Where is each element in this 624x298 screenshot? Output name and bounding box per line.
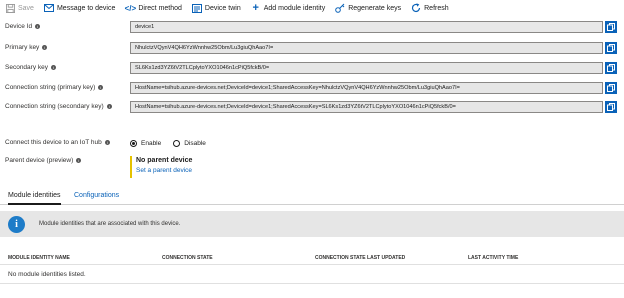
plus-icon: + bbox=[252, 2, 259, 14]
copy-icon bbox=[607, 23, 615, 31]
code-icon: </> bbox=[124, 3, 137, 13]
list-icon bbox=[191, 3, 202, 13]
save-button[interactable]: Save bbox=[0, 0, 39, 16]
regenerate-keys-button[interactable]: Regenerate keys bbox=[330, 0, 406, 16]
parent-label: Parent device (preview) i bbox=[5, 155, 82, 167]
secondary-key-label-text: Secondary key bbox=[5, 64, 48, 71]
copy-icon bbox=[607, 84, 615, 92]
secondary-key-field[interactable]: SL6Ks1zd3YZ6tV2TLCplytoYXO1046n1cPiQ5fck… bbox=[130, 62, 603, 74]
message-to-device-button[interactable]: Message to device bbox=[39, 0, 120, 16]
parent-device-box: No parent device Set a parent device bbox=[130, 156, 192, 178]
info-icon[interactable]: i bbox=[98, 84, 104, 90]
conn-primary-label-text: Connection string (primary key) bbox=[5, 84, 96, 91]
empty-table-message: No module identities listed. bbox=[8, 271, 86, 278]
conn-primary-field[interactable]: HostName=tsihub.azure-devices.net;Device… bbox=[130, 82, 603, 94]
conn-primary-row: Connection string (primary key) i HostNam… bbox=[0, 82, 624, 94]
tab-module-identities[interactable]: Module identities bbox=[8, 188, 61, 205]
copy-primary-key-button[interactable] bbox=[605, 42, 617, 54]
info-icon[interactable]: i bbox=[35, 23, 41, 29]
conn-secondary-label-text: Connection string (secondary key) bbox=[5, 103, 104, 110]
connect-radio-group: Enable Disable bbox=[130, 137, 218, 149]
conn-secondary-row: Connection string (secondary key) i HostN… bbox=[0, 101, 624, 113]
device-id-row: Device Id i device1 bbox=[0, 21, 624, 33]
info-icon[interactable]: i bbox=[42, 44, 48, 50]
info-icon[interactable]: i bbox=[106, 103, 112, 109]
add-module-label: Add module identity bbox=[263, 4, 326, 12]
copy-conn-primary-button[interactable] bbox=[605, 82, 617, 94]
refresh-icon bbox=[411, 3, 421, 13]
no-parent-title: No parent device bbox=[136, 157, 193, 164]
parent-label-text: Parent device (preview) bbox=[5, 157, 74, 164]
column-header[interactable]: CONNECTION STATE LAST UPDATED bbox=[315, 252, 405, 264]
connect-row: Connect this device to an IoT hub i Enabl… bbox=[0, 137, 624, 149]
copy-icon bbox=[607, 103, 615, 111]
disable-label: Disable bbox=[184, 139, 206, 147]
copy-icon bbox=[607, 64, 615, 72]
device-twin-button[interactable]: Device twin bbox=[187, 0, 246, 16]
secondary-key-row: Secondary key i SL6Ks1zd3YZ6tV2TLCplytoYX… bbox=[0, 62, 624, 74]
parent-row: Parent device (preview) i bbox=[0, 155, 624, 167]
regenerate-label: Regenerate keys bbox=[348, 4, 402, 12]
connect-label-text: Connect this device to an IoT hub bbox=[5, 139, 102, 146]
direct-method-label: Direct method bbox=[138, 4, 182, 12]
tab-bar: Module identities Configurations bbox=[0, 188, 624, 205]
divider bbox=[0, 283, 624, 284]
copy-conn-secondary-button[interactable] bbox=[605, 101, 617, 113]
set-parent-link[interactable]: Set a parent device bbox=[136, 166, 192, 176]
primary-key-field[interactable]: NhulctzVQynV4QH6YzWnnhw25Obm/Lu3giuQhAao… bbox=[130, 42, 603, 54]
copy-device-id-button[interactable] bbox=[605, 21, 617, 33]
envelope-icon bbox=[43, 3, 54, 13]
column-header[interactable]: MODULE IDENTITY NAME bbox=[8, 252, 70, 264]
copy-icon bbox=[607, 44, 615, 52]
conn-secondary-label: Connection string (secondary key) i bbox=[5, 101, 112, 113]
conn-primary-label: Connection string (primary key) i bbox=[5, 82, 104, 94]
disable-radio[interactable]: Disable bbox=[173, 139, 206, 147]
info-banner: i Module identities that are associated … bbox=[0, 211, 624, 237]
command-bar: Save Message to device </> Direct method… bbox=[0, 0, 624, 16]
save-icon bbox=[5, 3, 15, 13]
key-icon bbox=[335, 3, 345, 13]
enable-radio[interactable]: Enable bbox=[130, 139, 162, 147]
primary-key-row: Primary key i NhulctzVQynV4QH6YzWnnhw25Ob… bbox=[0, 42, 624, 54]
tab-configurations[interactable]: Configurations bbox=[74, 188, 119, 203]
device-id-field[interactable]: device1 bbox=[130, 21, 603, 33]
refresh-button[interactable]: Refresh bbox=[406, 0, 454, 16]
direct-method-button[interactable]: </> Direct method bbox=[120, 0, 187, 16]
info-icon[interactable]: i bbox=[104, 139, 110, 145]
save-label: Save bbox=[18, 4, 34, 12]
radio-unselected-icon bbox=[173, 139, 181, 147]
connect-label: Connect this device to an IoT hub i bbox=[5, 137, 110, 149]
info-circle-icon: i bbox=[8, 215, 25, 233]
info-icon[interactable]: i bbox=[76, 157, 82, 163]
info-icon[interactable]: i bbox=[51, 64, 56, 70]
column-header[interactable]: LAST ACTIVITY TIME bbox=[468, 252, 518, 264]
radio-selected-icon bbox=[130, 139, 137, 147]
add-module-identity-button[interactable]: + Add module identity bbox=[246, 0, 330, 16]
enable-label: Enable bbox=[141, 139, 162, 147]
secondary-key-label: Secondary key i bbox=[5, 62, 56, 74]
column-header[interactable]: CONNECTION STATE bbox=[162, 252, 213, 264]
message-label: Message to device bbox=[56, 4, 116, 12]
primary-key-label: Primary key i bbox=[5, 42, 48, 54]
device-id-label: Device Id i bbox=[5, 21, 41, 33]
banner-text: Module identities that are associated wi… bbox=[39, 221, 181, 227]
table-header: MODULE IDENTITY NAME CONNECTION STATE CO… bbox=[0, 252, 624, 265]
conn-secondary-field[interactable]: HostName=tsihub.azure-devices.net;Device… bbox=[130, 101, 603, 113]
device-twin-label: Device twin bbox=[204, 4, 241, 12]
copy-secondary-key-button[interactable] bbox=[605, 62, 617, 74]
device-id-label-text: Device Id bbox=[5, 23, 33, 30]
refresh-label: Refresh bbox=[424, 4, 449, 12]
primary-key-label-text: Primary key bbox=[5, 44, 40, 51]
